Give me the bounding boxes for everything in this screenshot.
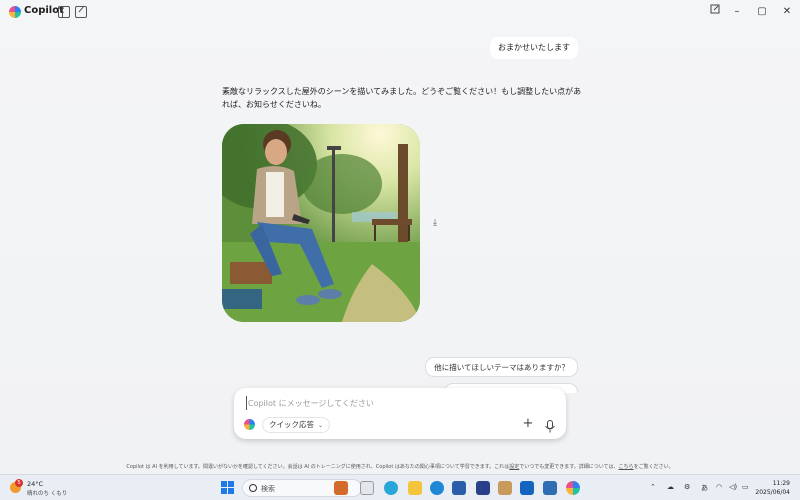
response-mode-select[interactable]: クイック応答 ⌄	[262, 417, 331, 433]
copilot-taskbar-icon[interactable]	[384, 481, 398, 495]
suggestion-chip[interactable]: 他に描いてほしいテーマはありますか？	[425, 357, 578, 377]
settings-gear-icon[interactable]: ⚙	[684, 483, 690, 491]
wifi-icon[interactable]: ◠	[716, 483, 722, 491]
disclaimer-text-mid: でいつでも変更できます。詳細については、	[519, 464, 619, 470]
copilot-logo-icon	[9, 6, 21, 18]
start-button[interactable]	[221, 481, 235, 495]
taskbar: 5 24°C 晴れのち くもり 検索 ⌃ ☁ ⚙ あ ◠ ◁) ▭ 11:29 …	[0, 474, 800, 500]
user-message: おまかせいたします	[490, 37, 578, 59]
battery-icon[interactable]: ▭	[742, 483, 749, 491]
weather-badge: 5	[15, 479, 23, 487]
generated-image[interactable]	[222, 124, 420, 322]
close-button[interactable]: ✕	[778, 4, 796, 20]
edge-browser-icon[interactable]	[430, 481, 444, 495]
search-label: 検索	[261, 485, 275, 493]
title-bar: Copilot – ▢ ✕	[0, 0, 800, 24]
message-input[interactable]	[246, 396, 546, 410]
weather-description: 晴れのち くもり	[27, 491, 68, 497]
weather-widget[interactable]: 5 24°C 晴れのち くもり	[10, 479, 90, 497]
chevron-down-icon: ⌄	[318, 422, 324, 429]
disclaimer-note: Copilot は AI を利用しています。間違いがないかを確認してください。会…	[0, 463, 800, 470]
onedrive-icon[interactable]: ☁	[667, 483, 674, 491]
clock-time: 11:29	[772, 480, 790, 487]
maximize-button[interactable]: ▢	[753, 4, 771, 20]
disclaimer-text-end: をご覧ください。	[633, 464, 674, 470]
add-attachment-button[interactable]: +	[521, 417, 535, 431]
learn-more-link[interactable]: こちら	[619, 464, 634, 470]
outlook-icon[interactable]	[520, 481, 534, 495]
download-icon[interactable]: ⤓	[425, 213, 445, 233]
paint-icon[interactable]	[543, 481, 557, 495]
minimize-button[interactable]: –	[728, 4, 746, 20]
store-icon[interactable]	[452, 481, 466, 495]
file-explorer-icon[interactable]	[408, 481, 422, 495]
task-view-icon[interactable]	[360, 481, 374, 495]
copilot-app-icon[interactable]	[566, 481, 580, 495]
volume-icon[interactable]: ◁)	[729, 483, 737, 491]
message-composer: クイック応答 ⌄ +	[234, 388, 566, 439]
copilot-mode-icon[interactable]	[244, 419, 255, 430]
disclaimer-text: Copilot は AI を利用しています。間違いがないかを確認してください。会…	[126, 464, 510, 470]
sidebar-toggle-icon[interactable]	[58, 6, 70, 18]
app-icon[interactable]	[498, 481, 512, 495]
ime-indicator[interactable]: あ	[701, 483, 708, 493]
weather-temperature: 24°C	[27, 480, 44, 488]
clipchamp-icon[interactable]	[476, 481, 490, 495]
copilot-window: Copilot – ▢ ✕ おまかせいたします 素敵なリラックスした屋外のシーン…	[0, 0, 800, 474]
search-icon	[249, 484, 257, 492]
settings-link[interactable]: 設定	[509, 464, 519, 470]
search-highlight-icon[interactable]	[334, 481, 348, 495]
open-in-window-icon[interactable]	[706, 4, 724, 20]
clock[interactable]: 11:29 2025/06/04	[755, 479, 790, 497]
assistant-message: 素敵なリラックスした屋外のシーンを描いてみました。どうぞご覧ください！もし調整し…	[222, 87, 582, 109]
microphone-icon[interactable]	[544, 418, 556, 433]
chevron-up-icon[interactable]: ⌃	[650, 483, 656, 491]
response-mode-label: クイック応答	[269, 420, 314, 429]
clock-date: 2025/06/04	[755, 489, 790, 496]
new-chat-icon[interactable]	[75, 6, 87, 18]
